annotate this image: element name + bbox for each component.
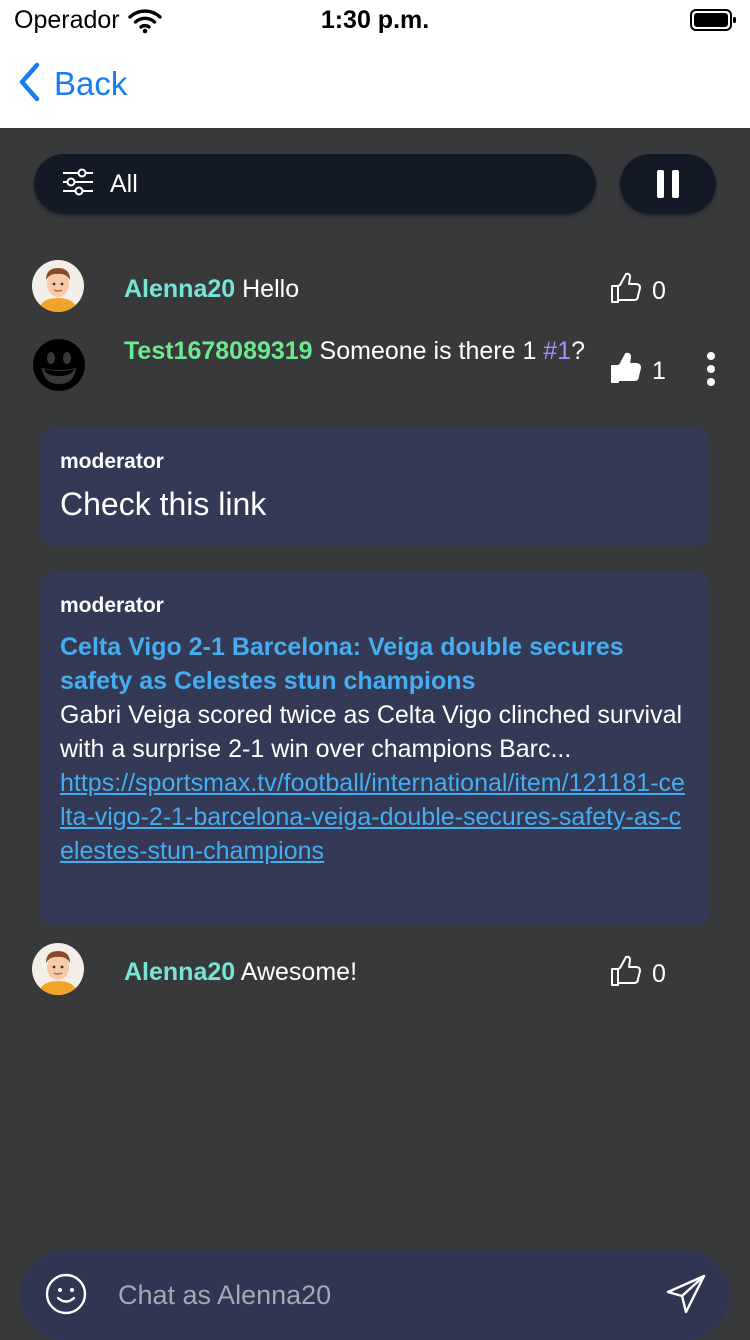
top-bar: Operador 1:30 p.m. Back bbox=[0, 0, 750, 128]
thumbs-up-icon bbox=[610, 272, 642, 311]
thumbs-up-icon bbox=[610, 955, 642, 994]
pause-icon bbox=[657, 170, 664, 198]
like-button[interactable]: 0 bbox=[610, 955, 666, 994]
battery-icon bbox=[690, 8, 738, 37]
chat-composer bbox=[20, 1250, 730, 1340]
message-body: Awesome! bbox=[240, 958, 358, 986]
clock: 1:30 p.m. bbox=[320, 6, 430, 34]
message-text: Test1678089319 Someone is there 1 #1? bbox=[124, 334, 594, 369]
article-description: Gabri Veiga scored twice as Celta Vigo c… bbox=[60, 701, 683, 763]
avatar[interactable] bbox=[32, 260, 84, 312]
filter-label: All bbox=[110, 169, 138, 198]
user-name[interactable]: Test1678089319 bbox=[124, 337, 313, 365]
like-count: 0 bbox=[652, 277, 666, 305]
moderator-message: moderator Check this link bbox=[40, 428, 710, 546]
message-text: Alenna20 Awesome! bbox=[124, 955, 357, 990]
hashtag-link[interactable]: #1 bbox=[543, 337, 571, 365]
avatar[interactable] bbox=[32, 338, 86, 392]
moderator-text: Check this link bbox=[60, 486, 267, 522]
sliders-icon bbox=[62, 168, 94, 201]
moderator-label: moderator bbox=[60, 594, 164, 617]
pause-button[interactable] bbox=[620, 154, 716, 214]
moderator-label: moderator bbox=[60, 450, 164, 473]
user-name[interactable]: Alenna20 bbox=[124, 958, 235, 986]
filter-button[interactable]: All bbox=[34, 154, 596, 214]
thumbs-up-icon bbox=[610, 352, 642, 391]
message-body: Someone is there 1 bbox=[319, 337, 537, 365]
message-body: Hello bbox=[242, 275, 300, 303]
chevron-left-icon bbox=[18, 62, 40, 107]
paper-plane-icon[interactable] bbox=[664, 1272, 708, 1321]
like-button[interactable]: 1 bbox=[610, 352, 666, 391]
more-vertical-icon[interactable] bbox=[704, 352, 718, 386]
user-name[interactable]: Alenna20 bbox=[124, 275, 235, 303]
moderator-link-card: moderator Celta Vigo 2-1 Barcelona: Veig… bbox=[40, 572, 710, 926]
avatar[interactable] bbox=[32, 943, 84, 995]
like-button[interactable]: 0 bbox=[610, 272, 666, 311]
like-count: 1 bbox=[652, 357, 666, 385]
smiley-icon[interactable] bbox=[44, 1272, 88, 1321]
chat-input[interactable] bbox=[116, 1272, 640, 1318]
article-link[interactable]: https://sportsmax.tv/football/internatio… bbox=[60, 766, 690, 868]
message-text: Alenna20 Hello bbox=[124, 272, 299, 307]
back-label: Back bbox=[54, 65, 128, 102]
back-button[interactable]: Back bbox=[18, 62, 127, 106]
pause-icon-bar bbox=[672, 170, 679, 198]
article-title[interactable]: Celta Vigo 2-1 Barcelona: Veiga double s… bbox=[60, 630, 690, 698]
message-body-end: ? bbox=[571, 337, 586, 365]
like-count: 0 bbox=[652, 960, 666, 988]
